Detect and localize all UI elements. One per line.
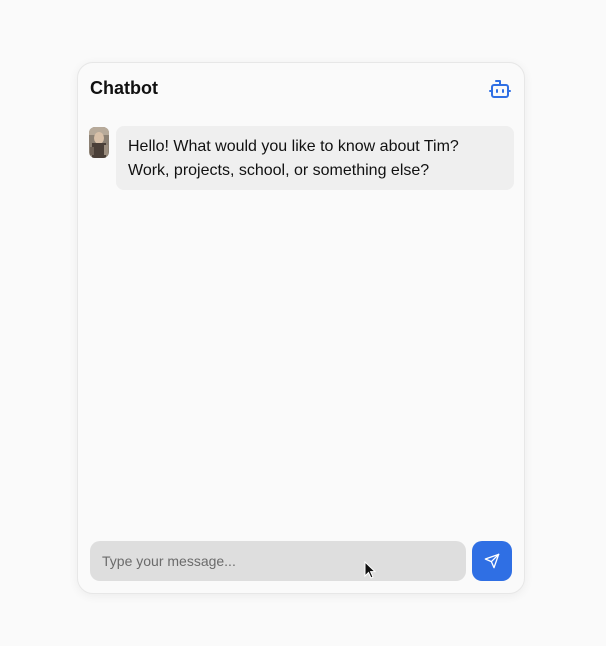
message-input[interactable] bbox=[90, 541, 466, 581]
chat-header: Chatbot bbox=[90, 77, 512, 101]
bot-message-bubble: Hello! What would you like to know about… bbox=[116, 126, 514, 190]
chat-title: Chatbot bbox=[90, 78, 158, 98]
message-composer bbox=[90, 541, 512, 581]
message-text-line: Hello! What would you like to know about… bbox=[128, 138, 459, 155]
send-button[interactable] bbox=[472, 541, 512, 581]
send-icon bbox=[484, 553, 500, 569]
chat-window: Chatbot Hello! What would you like to kn… bbox=[77, 62, 525, 594]
bot-icon[interactable] bbox=[488, 77, 512, 101]
bot-avatar bbox=[89, 127, 109, 158]
message-text-line: Work, projects, school, or something els… bbox=[128, 162, 430, 179]
mouse-cursor-icon bbox=[364, 561, 376, 579]
